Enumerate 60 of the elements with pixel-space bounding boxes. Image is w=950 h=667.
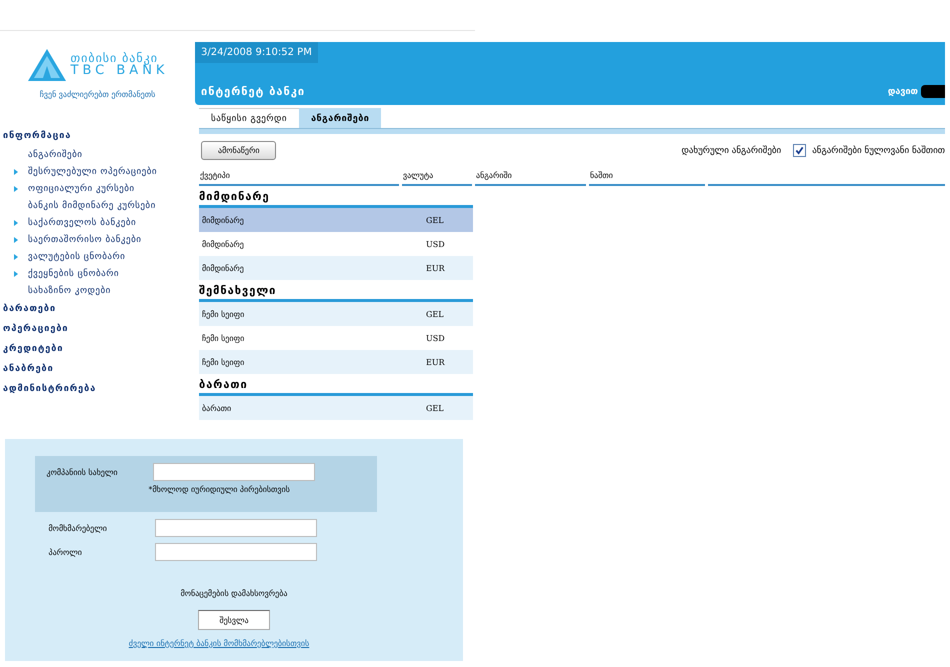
nav-heading[interactable]: კრედიტები xyxy=(0,339,64,359)
table-cell: GEL xyxy=(426,310,444,318)
statement-button[interactable]: ამონაწერი xyxy=(201,141,276,160)
table-cell: USD xyxy=(426,334,445,342)
column-header: ვალუტა xyxy=(402,169,472,186)
table-cell: EUR xyxy=(426,358,445,366)
password-field[interactable] xyxy=(154,543,316,561)
nav-item[interactable]: სახაზინო კოდები xyxy=(28,286,111,296)
checkbox-label: ანგარიშები ნულოვანი ნაშთით xyxy=(812,146,945,156)
column-header: ნაშთი xyxy=(589,169,705,186)
nav-heading[interactable]: ოპერაციები xyxy=(0,319,69,339)
logo-tagline: ჩვენ ვაძლიერებთ ერთმანეთს xyxy=(40,90,156,99)
field-label: მომხმარებელი xyxy=(48,524,108,532)
table-cell-text: მიმდინარე xyxy=(201,240,245,248)
table-cell-text: ჩემი სეიფი xyxy=(201,358,246,366)
company-field[interactable] xyxy=(152,463,314,481)
nav-heading[interactable]: ინფორმაცია xyxy=(0,126,72,146)
field-label: პაროლი xyxy=(48,548,83,556)
table-row[interactable]: მიმდინარე EUR xyxy=(199,256,473,280)
nav-item[interactable]: საერთაშორისო ბანკები xyxy=(28,234,142,244)
table-row[interactable]: ჩემი სეიფი EUR xyxy=(199,350,473,374)
column-header: ანგარიში xyxy=(475,169,586,186)
table-cell-text: ბარათი xyxy=(201,404,232,412)
nav-heading[interactable]: ანაბრები xyxy=(0,359,54,379)
logo-icon xyxy=(26,48,67,82)
login-button[interactable]: შესვლა xyxy=(198,610,270,630)
nav-item[interactable]: ოფიციალური კურსები xyxy=(28,184,135,194)
table-cell-text: ჩემი სეიფი xyxy=(201,310,246,318)
table-cell-text: ჩემი სეიფი xyxy=(201,334,246,342)
username-field[interactable] xyxy=(154,519,316,537)
table-cell-text: მიმდინარე xyxy=(201,216,245,224)
nav-item[interactable]: საქართველოს ბანკები xyxy=(28,218,136,228)
table-cell-text: მიმდინარე xyxy=(201,264,245,272)
table-row[interactable]: მიმდინარე GEL xyxy=(199,208,473,232)
logo-name: თიბისი ბანკი xyxy=(70,52,158,64)
table-cell: GEL xyxy=(426,404,444,412)
table-cell: GEL xyxy=(426,216,444,224)
table-cell: EUR xyxy=(426,264,445,272)
checkbox[interactable] xyxy=(793,144,806,157)
nav-heading[interactable]: ადმინისტრირება xyxy=(0,379,96,399)
tab[interactable]: ანგარიშები xyxy=(299,108,382,128)
old-users-link[interactable]: ძველი ინტერნეტ ბანკის მომხმარებლებისთვის xyxy=(128,639,310,648)
user-name: დავით xyxy=(888,86,918,96)
table-row[interactable]: ჩემი სეიფი GEL xyxy=(199,302,473,326)
nav-heading[interactable]: ბარათები xyxy=(0,299,56,319)
column-header: ქვეტიპი xyxy=(199,169,399,186)
table-cell: USD xyxy=(426,240,445,248)
nav-item[interactable]: ბანკის მიმდინარე კურსები xyxy=(28,200,156,210)
nav-item[interactable]: შესრულებული ოპერაციები xyxy=(28,166,158,176)
logo-latin: TBC BANK xyxy=(70,64,168,78)
nav-item[interactable]: ვალუტების ცნობარი xyxy=(28,252,126,262)
app-title: ინტერნეტ ბანკი xyxy=(201,85,306,98)
nav-item[interactable]: ქვეყნების ცნობარი xyxy=(28,268,120,278)
table-row[interactable]: ბარათი GEL xyxy=(199,396,473,420)
closed-accounts-link[interactable]: დახურული ანგარიშები xyxy=(681,146,782,156)
field-label: კომპანიის სახელი xyxy=(46,468,118,476)
remember-label[interactable]: მონაცემების დამახსოვრება xyxy=(180,589,288,598)
date-time: 3/24/2008 9:10:52 PM xyxy=(195,42,318,63)
company-note: *მხოლოდ იურიდიული პირებისთვის xyxy=(148,485,291,494)
nav-item[interactable]: ანგარიშები xyxy=(28,150,82,160)
